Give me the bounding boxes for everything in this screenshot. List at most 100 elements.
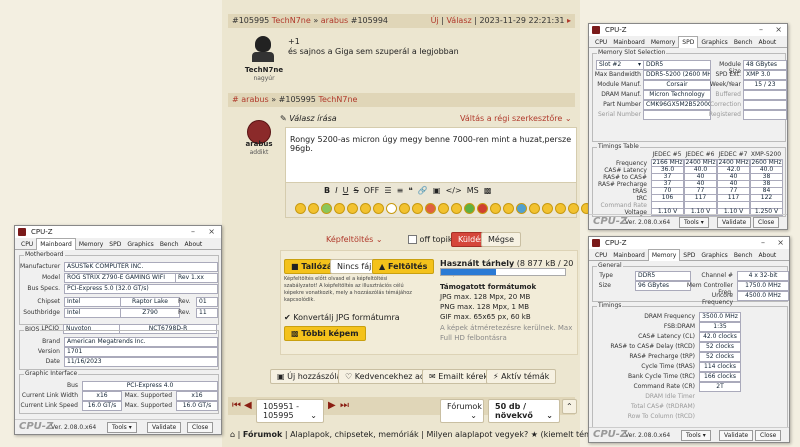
emoji-icon[interactable]	[399, 203, 410, 214]
tab-cpu[interactable]: CPU	[18, 239, 36, 250]
tab-memory[interactable]: Memory	[648, 37, 678, 48]
emoji-icon[interactable]	[308, 203, 319, 214]
tab-cpu[interactable]: CPU	[592, 37, 610, 48]
tab-mainboard[interactable]: Mainboard	[36, 238, 76, 250]
tab-memory[interactable]: Memory	[76, 239, 106, 250]
more-images-button[interactable]: ▩ Többi képem	[284, 326, 366, 341]
link-icon[interactable]: 🔗	[418, 186, 428, 195]
validate-button[interactable]: Validate	[719, 430, 754, 441]
list-icon[interactable]: ≡	[397, 186, 404, 195]
emoji-icon[interactable]	[334, 203, 345, 214]
email-button[interactable]: ✉ Emailt kérek	[422, 369, 496, 384]
breadcrumb-category[interactable]: Alaplapok, chipsetek, memóriák	[290, 430, 419, 439]
breadcrumb-topic[interactable]: Milyen alaplapot vegyek?	[426, 430, 528, 439]
cancel-button[interactable]: Mégse	[481, 232, 521, 247]
new-link[interactable]: Új	[431, 16, 439, 25]
close-button[interactable]: Close	[753, 217, 780, 228]
tab-bench[interactable]: Bench	[157, 239, 182, 250]
validate-button[interactable]: Validate	[147, 422, 182, 433]
tools-button[interactable]: Tools ▾	[107, 422, 137, 433]
image-icon[interactable]: ▩	[484, 186, 492, 195]
emoji-icon[interactable]	[386, 203, 397, 214]
last-page-icon[interactable]: ⏭	[340, 400, 349, 411]
emoji-icon[interactable]	[503, 203, 514, 214]
prev-page-icon[interactable]: ◀	[244, 400, 252, 411]
tools-button[interactable]: Tools ▾	[681, 430, 711, 441]
underline-button[interactable]: U	[343, 186, 349, 195]
minimize-icon[interactable]: –	[761, 237, 765, 249]
checkmark-icon[interactable]: ✔	[284, 313, 291, 322]
emoji-icon[interactable]	[425, 203, 436, 214]
first-page-icon[interactable]: ⏮	[232, 400, 241, 411]
emoji-icon[interactable]	[438, 203, 449, 214]
ms-button[interactable]: MS	[467, 186, 479, 195]
minimize-icon[interactable]: –	[191, 226, 195, 238]
tab-spd[interactable]: SPD	[678, 36, 699, 48]
post-user[interactable]: TechN7ne	[272, 16, 311, 25]
tab-about[interactable]: About	[756, 250, 780, 261]
emoji-icon[interactable]	[412, 203, 423, 214]
emoji-icon[interactable]	[464, 203, 475, 214]
reply-link[interactable]: Válasz	[446, 16, 471, 25]
bold-button[interactable]: B	[324, 186, 330, 195]
code-icon[interactable]: </>	[446, 186, 462, 195]
emoji-icon[interactable]	[321, 203, 332, 214]
tab-about[interactable]: About	[182, 239, 206, 250]
tab-memory[interactable]: Memory	[647, 249, 681, 261]
active-topics-button[interactable]: ⚡ Aktív témák	[486, 369, 557, 384]
post-number[interactable]: #105995	[232, 16, 269, 25]
tools-button[interactable]: Tools ▾	[679, 217, 709, 228]
window-titlebar[interactable]: CPU-Z – ×	[589, 237, 789, 249]
emoji-icon[interactable]	[360, 203, 371, 214]
off-button[interactable]: OFF	[364, 186, 380, 195]
reply-number[interactable]: #105994	[351, 16, 388, 25]
tab-bench[interactable]: Bench	[731, 250, 756, 261]
convert-jpg-checkbox[interactable]: ✔ Konvertálj JPG formátumra	[284, 313, 400, 322]
emoji-icon[interactable]	[568, 203, 579, 214]
reply-author[interactable]: arabus	[234, 140, 284, 148]
align-left-icon[interactable]: ☰	[384, 186, 391, 195]
tab-cpu[interactable]: CPU	[592, 250, 610, 261]
emoji-icon[interactable]	[347, 203, 358, 214]
tab-graphics[interactable]: Graphics	[124, 239, 157, 250]
forum-select[interactable]: Fórumok ⌄	[440, 399, 484, 423]
tab-spd[interactable]: SPD	[680, 250, 698, 261]
tab-about[interactable]: About	[756, 37, 780, 48]
upload-button[interactable]: ▲ Feltöltés	[372, 259, 435, 274]
quote-number[interactable]: #105995	[279, 95, 316, 104]
quote-target-user[interactable]: TechN7ne	[318, 95, 357, 104]
tab-mainboard[interactable]: Mainboard	[610, 37, 648, 48]
spoiler-icon[interactable]: ▣	[433, 186, 441, 195]
quote-icon[interactable]: ❝	[408, 186, 412, 195]
window-titlebar[interactable]: CPU-Z – ×	[589, 24, 787, 36]
switch-editor-link[interactable]: Váltás a régi szerkesztőre ⌄	[460, 114, 572, 123]
tab-spd[interactable]: SPD	[106, 239, 124, 250]
emoji-icon[interactable]	[542, 203, 553, 214]
tab-mainboard[interactable]: Mainboard	[610, 250, 648, 261]
emoji-icon[interactable]	[555, 203, 566, 214]
close-button[interactable]: Close	[755, 430, 782, 441]
close-button[interactable]: Close	[187, 422, 214, 433]
breadcrumb-forums[interactable]: Fórumok	[243, 430, 282, 439]
permalink-icon[interactable]: ▸	[567, 16, 571, 25]
tab-graphics[interactable]: Graphics	[698, 250, 731, 261]
home-icon[interactable]: ⌂	[230, 430, 235, 439]
scroll-top-button[interactable]: ⌃	[562, 399, 577, 414]
page-range-select[interactable]: 105951 - 105995 ⌄	[256, 399, 324, 423]
quote-user[interactable]: # arabus	[232, 95, 269, 104]
validate-button[interactable]: Validate	[717, 217, 752, 228]
tab-bench[interactable]: Bench	[731, 37, 756, 48]
window-titlebar[interactable]: CPU-Z – ×	[15, 226, 221, 238]
per-page-select[interactable]: 50 db / növekvő ⌄	[488, 399, 560, 423]
slot-select[interactable]: Slot #2 ▾	[596, 60, 644, 70]
emoji-icon[interactable]	[295, 203, 306, 214]
emoji-icon[interactable]	[451, 203, 462, 214]
close-icon[interactable]: ×	[208, 226, 215, 238]
emoji-icon[interactable]	[477, 203, 488, 214]
post-author[interactable]: TechN7ne	[234, 66, 294, 74]
close-icon[interactable]: ×	[777, 237, 784, 249]
minimize-icon[interactable]: –	[759, 24, 763, 36]
strike-button[interactable]: S	[354, 186, 359, 195]
reply-textarea[interactable]: Rongy 5200-as micron úgy megy benne 7000…	[286, 128, 576, 160]
reply-user[interactable]: arabus	[321, 16, 348, 25]
